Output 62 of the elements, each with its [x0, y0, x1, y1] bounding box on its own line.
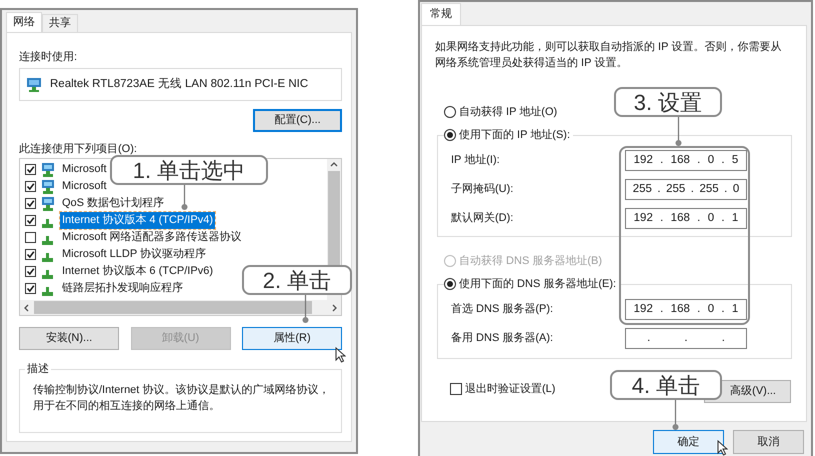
- network-monitor-icon: [40, 162, 56, 176]
- list-item[interactable]: Internet 协议版本 4 (TCP/IPv4): [60, 212, 215, 229]
- checkbox[interactable]: [25, 232, 36, 243]
- ip-address-field[interactable]: 192 . 168 . 0 . 1: [625, 299, 747, 320]
- field-label: 子网掩码(U):: [451, 182, 514, 198]
- field-label: IP 地址(I):: [451, 153, 500, 168]
- dialog-button[interactable]: 属性(R): [242, 327, 342, 350]
- checkbox[interactable]: [25, 249, 36, 260]
- checkbox[interactable]: [25, 181, 36, 192]
- checkbox[interactable]: [25, 164, 36, 175]
- list-item[interactable]: Microsoft 网络适配器多路传送器协议: [60, 229, 244, 246]
- callout-tooltip: 4. 单击: [610, 370, 722, 400]
- label: 此连接使用下列项目(O):: [19, 142, 137, 156]
- ip-address-field[interactable]: 192 . 168 . 0 . 1: [625, 208, 747, 229]
- cursor-icon: [717, 440, 728, 456]
- dialog-button[interactable]: 取消: [733, 430, 804, 454]
- intro-text: 如果网络支持此功能，则可以获取自动指派的 IP 设置。否则，你需要从网络系统管理员处获得适当的 IP 设置。: [435, 40, 782, 71]
- list-item[interactable]: Internet 协议版本 6 (TCP/IPv6): [60, 263, 215, 280]
- field-label: 默认网关(D):: [451, 210, 514, 226]
- list-item[interactable]: Microsoft: [60, 178, 109, 195]
- scrollbar-thumb[interactable]: [34, 301, 312, 314]
- tab[interactable]: 网络: [6, 12, 42, 32]
- leader-line: [672, 400, 678, 431]
- ip-address-field[interactable]: 255 . 255 . 255 . 0: [625, 179, 747, 200]
- checkbox[interactable]: [25, 266, 36, 277]
- radio-label[interactable]: 自动获得 IP 地址(O): [459, 104, 558, 120]
- field-label: 备用 DNS 服务器(A):: [451, 331, 554, 346]
- checkbox[interactable]: [25, 198, 36, 209]
- ip-address-field[interactable]: 192 . 168 . 0 . 5: [625, 150, 747, 171]
- tab[interactable]: 共享: [42, 14, 78, 32]
- checkbox[interactable]: [25, 215, 36, 226]
- callout-tooltip: 1. 单击选中: [110, 155, 268, 185]
- tab[interactable]: 常规: [421, 3, 461, 25]
- checkbox[interactable]: [25, 283, 36, 294]
- list-item[interactable]: QoS 数据包计划程序: [60, 195, 166, 212]
- cursor-icon: [335, 347, 346, 363]
- ip-address-field[interactable]: . . .: [625, 328, 747, 349]
- group-title: 描述: [25, 362, 51, 376]
- field-label: 首选 DNS 服务器(P):: [451, 302, 554, 318]
- leader-line: [674, 117, 682, 147]
- dialog-button[interactable]: 安装(N)...: [19, 327, 119, 350]
- leader-line: [302, 295, 308, 324]
- checkbox[interactable]: [450, 383, 462, 396]
- leader-line: [180, 185, 188, 211]
- network-adapter-icon: [26, 78, 42, 92]
- configure-button[interactable]: 配置(C)...: [253, 109, 342, 132]
- radio-button[interactable]: [444, 129, 456, 141]
- radio-button[interactable]: [444, 106, 456, 118]
- description-text: 传输控制协议/Internet 协议。该协议是默认的广域网络协议，用于在不同的相互连接的网络上通信。: [33, 382, 330, 414]
- list-item[interactable]: Microsoft: [60, 161, 109, 178]
- network-monitor-icon: [40, 180, 56, 194]
- checkbox-label[interactable]: 退出时验证设置(L): [465, 381, 556, 398]
- network-monitor-icon: [40, 196, 56, 210]
- dialog-button[interactable]: 确定: [653, 430, 724, 454]
- horizontal-scrollbar[interactable]: [20, 300, 341, 315]
- adapter-name: Realtek RTL8723AE 无线 LAN 802.11n PCI-E NIC: [50, 76, 308, 92]
- callout-tooltip: 2. 单击: [242, 265, 352, 295]
- radio-button[interactable]: [444, 278, 456, 290]
- callout-tooltip: 3. 设置: [614, 87, 722, 117]
- list-item[interactable]: 链路层拓扑发现响应程序: [60, 280, 185, 297]
- list-item[interactable]: Microsoft LLDP 协议驱动程序: [60, 246, 208, 263]
- label: 连接时使用:: [19, 50, 78, 64]
